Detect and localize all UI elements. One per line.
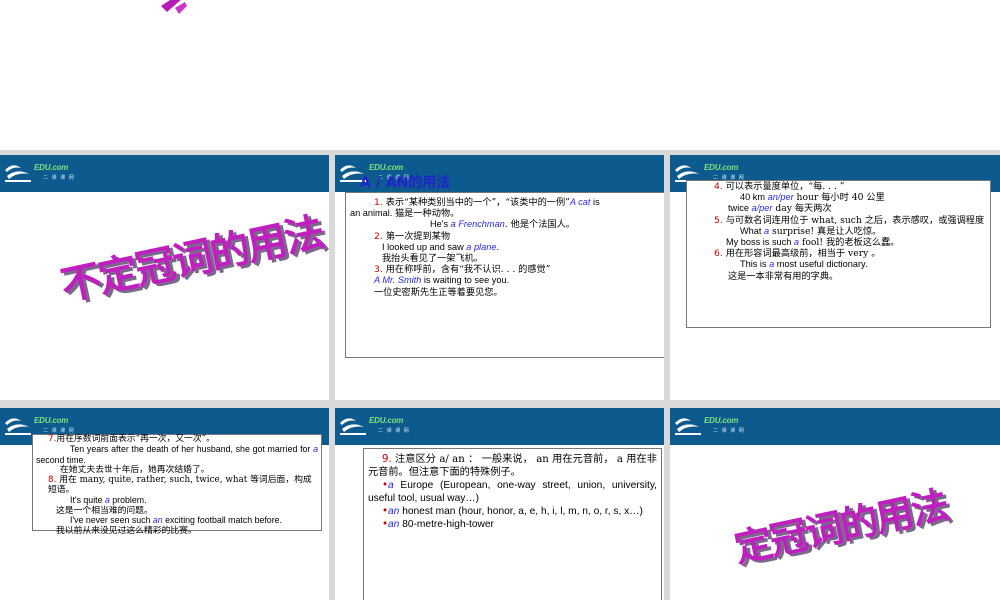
- text-line: Ten years after the death of her husband…: [70, 443, 314, 454]
- text-line: 这是一本非常有用的字典。: [728, 270, 839, 282]
- slide-text-box: 7.用在序数词前面表示“再一次，又一次”。 Ten years after th…: [32, 434, 322, 536]
- text-line: My boss is such: [726, 237, 794, 248]
- text-line: 注意区分 a/ an ： 一般来说， an 用在元音前， a 用在非元音前。但注…: [368, 454, 657, 478]
- logo-subtext: 二 课 课 网: [713, 428, 745, 434]
- text-line: He's: [430, 219, 451, 230]
- slide-banner: EDU.com 二 课 课 网: [0, 155, 329, 192]
- site-logo: EDU.com 二 课 课 网: [338, 412, 428, 440]
- text-line: 与可数名词连用位于 what, such 之后，表示感叹，或强调程度: [725, 214, 985, 226]
- text-line: 第一次提到某物: [385, 230, 451, 242]
- item-number: 5.: [714, 214, 723, 226]
- logo-text: EDU.com: [34, 416, 69, 425]
- text-line: honest man (hour, honor, a, e, h, i, l, …: [399, 506, 643, 517]
- logo-icon: [5, 165, 31, 182]
- slide-thumbnail-4[interactable]: EDU.com 二 课 课 网 7.用在序数词前面表示“再一次，又一次”。 Te…: [0, 408, 329, 600]
- text-line: It's quite: [70, 494, 105, 505]
- english-example: A cat: [569, 197, 591, 207]
- item-number: 6.: [714, 248, 723, 260]
- slide-text-box: 1. 表示“某种类别当中的一个”，“该类中的一例”A cat is an ani…: [345, 192, 664, 358]
- english-example: an: [388, 506, 400, 517]
- slide-thumbnail-3[interactable]: EDU.com 二 课 课 网 4. 可以表示量度单位，“每. . . ” 40…: [670, 155, 1000, 400]
- text-line: exciting football match before.: [162, 515, 282, 526]
- top-blank-area: [0, 0, 1000, 150]
- text-line: 可以表示量度单位，“每. . . ”: [725, 181, 845, 192]
- text-line: hour 每小时 40 公里: [793, 192, 885, 204]
- slide-title-wordart: 定冠词的用法: [730, 482, 951, 571]
- text-line: second time.: [36, 454, 86, 465]
- english-example: a/per: [751, 203, 773, 214]
- item-number: 2.: [374, 230, 383, 242]
- text-line: 用在序数词前面表示“再一次，又一次”。: [56, 434, 215, 444]
- slide-banner: EDU.com 二 课 课 网: [670, 408, 1000, 445]
- item-number: 4.: [714, 181, 723, 192]
- logo-subtext: 二 课 课 网: [43, 428, 75, 434]
- slide-thumbnail-5[interactable]: EDU.com 二 课 课 网 9. 注意区分 a/ an ： 一般来说， an…: [335, 408, 664, 600]
- slide-text-box: 4. 可以表示量度单位，“每. . . ” 40 km an/per hour …: [686, 180, 991, 328]
- logo-subtext: 二 课 课 网: [378, 428, 410, 434]
- text-line: 表示“某种类别当中的一个”，“该类中的一例”: [385, 197, 570, 208]
- slide-heading: A / AN的用法: [360, 175, 451, 191]
- text-line: I looked up and saw: [382, 241, 467, 252]
- slide-banner: EDU.com 二 课 课 网: [335, 408, 664, 445]
- text-line: I've never seen such: [70, 515, 153, 526]
- slide-title-wordart: 不定冠词的用法: [56, 209, 327, 311]
- logo-subtext: 二 课 课 网: [43, 175, 75, 181]
- text-line: problem.: [109, 494, 147, 505]
- text-line: twice: [728, 203, 752, 214]
- logo-text: EDU.com: [369, 416, 404, 425]
- logo-text: EDU.com: [34, 163, 69, 172]
- text-line: is: [590, 197, 600, 207]
- logo-icon: [340, 418, 366, 435]
- item-number: 1.: [374, 197, 383, 208]
- english-example: an/per: [767, 192, 794, 203]
- text-line: .: [496, 241, 499, 252]
- english-example: a Frenchman: [450, 219, 505, 230]
- text-line: Europe (European, one-way street, union,…: [368, 480, 657, 504]
- text-line: 我以前从来没见过这么精彩的比赛。: [56, 526, 197, 537]
- text-line: 用在 many, quite, rather, such, twice, wha…: [48, 475, 312, 495]
- text-line: 一位史密斯先生正等着要见您。: [374, 286, 503, 298]
- item-number: 9.: [382, 454, 392, 465]
- item-number: 8.: [48, 475, 57, 486]
- text-line: This is: [740, 259, 770, 270]
- slide-thumbnail-2[interactable]: EDU.com 二 课 课 网 A / AN的用法 1. 表示“某种类别当中的一…: [335, 155, 664, 400]
- logo-text: EDU.com: [704, 416, 739, 425]
- english-example: a plane: [466, 241, 497, 252]
- slide-thumbnail-6[interactable]: EDU.com 二 课 课 网 定冠词的用法: [670, 408, 1000, 600]
- item-number: 3.: [374, 264, 383, 276]
- slide-text-box: 9. 注意区分 a/ an ： 一般来说， an 用在元音前， a 用在非元音前…: [363, 448, 662, 600]
- text-line: an animal. 猫是一种动物。: [350, 208, 460, 219]
- text-line: fool! 我的老板这么蠢。: [799, 237, 900, 249]
- wordart-fragment: [155, 0, 195, 22]
- logo-icon: [675, 418, 701, 435]
- text-line: 用在形容词最高级前，相当于 very 。: [725, 248, 881, 260]
- english-example: an: [388, 519, 400, 530]
- logo-text: EDU.com: [369, 163, 404, 172]
- text-line: 80-metre-high-tower: [399, 519, 494, 530]
- text-line: 用在称呼前，含有“我不认识. . . 的感觉”: [385, 264, 551, 276]
- english-example: A Mr. Smith: [374, 275, 422, 286]
- logo-icon: [5, 418, 31, 435]
- english-example: a: [313, 443, 318, 454]
- text-line: surprise! 真是让人吃惊。: [769, 225, 882, 237]
- text-line: 我抬头看见了一架飞机。: [382, 253, 484, 265]
- text-line: most useful dictionary.: [774, 259, 868, 270]
- slide-thumbnail-1[interactable]: EDU.com 二 课 课 网 不定冠词的用法: [0, 155, 329, 400]
- site-logo: EDU.com 二 课 课 网: [3, 159, 93, 187]
- english-example: an: [152, 515, 163, 526]
- text-line: day 每天两次: [772, 203, 832, 215]
- text-line: is waiting to see you.: [421, 275, 510, 286]
- site-logo: EDU.com 二 课 课 网: [673, 412, 763, 440]
- text-line: 40 km: [740, 192, 768, 203]
- text-line: . 他是个法国人。: [504, 219, 575, 231]
- logo-text: EDU.com: [704, 163, 739, 172]
- text-line: What: [740, 225, 764, 236]
